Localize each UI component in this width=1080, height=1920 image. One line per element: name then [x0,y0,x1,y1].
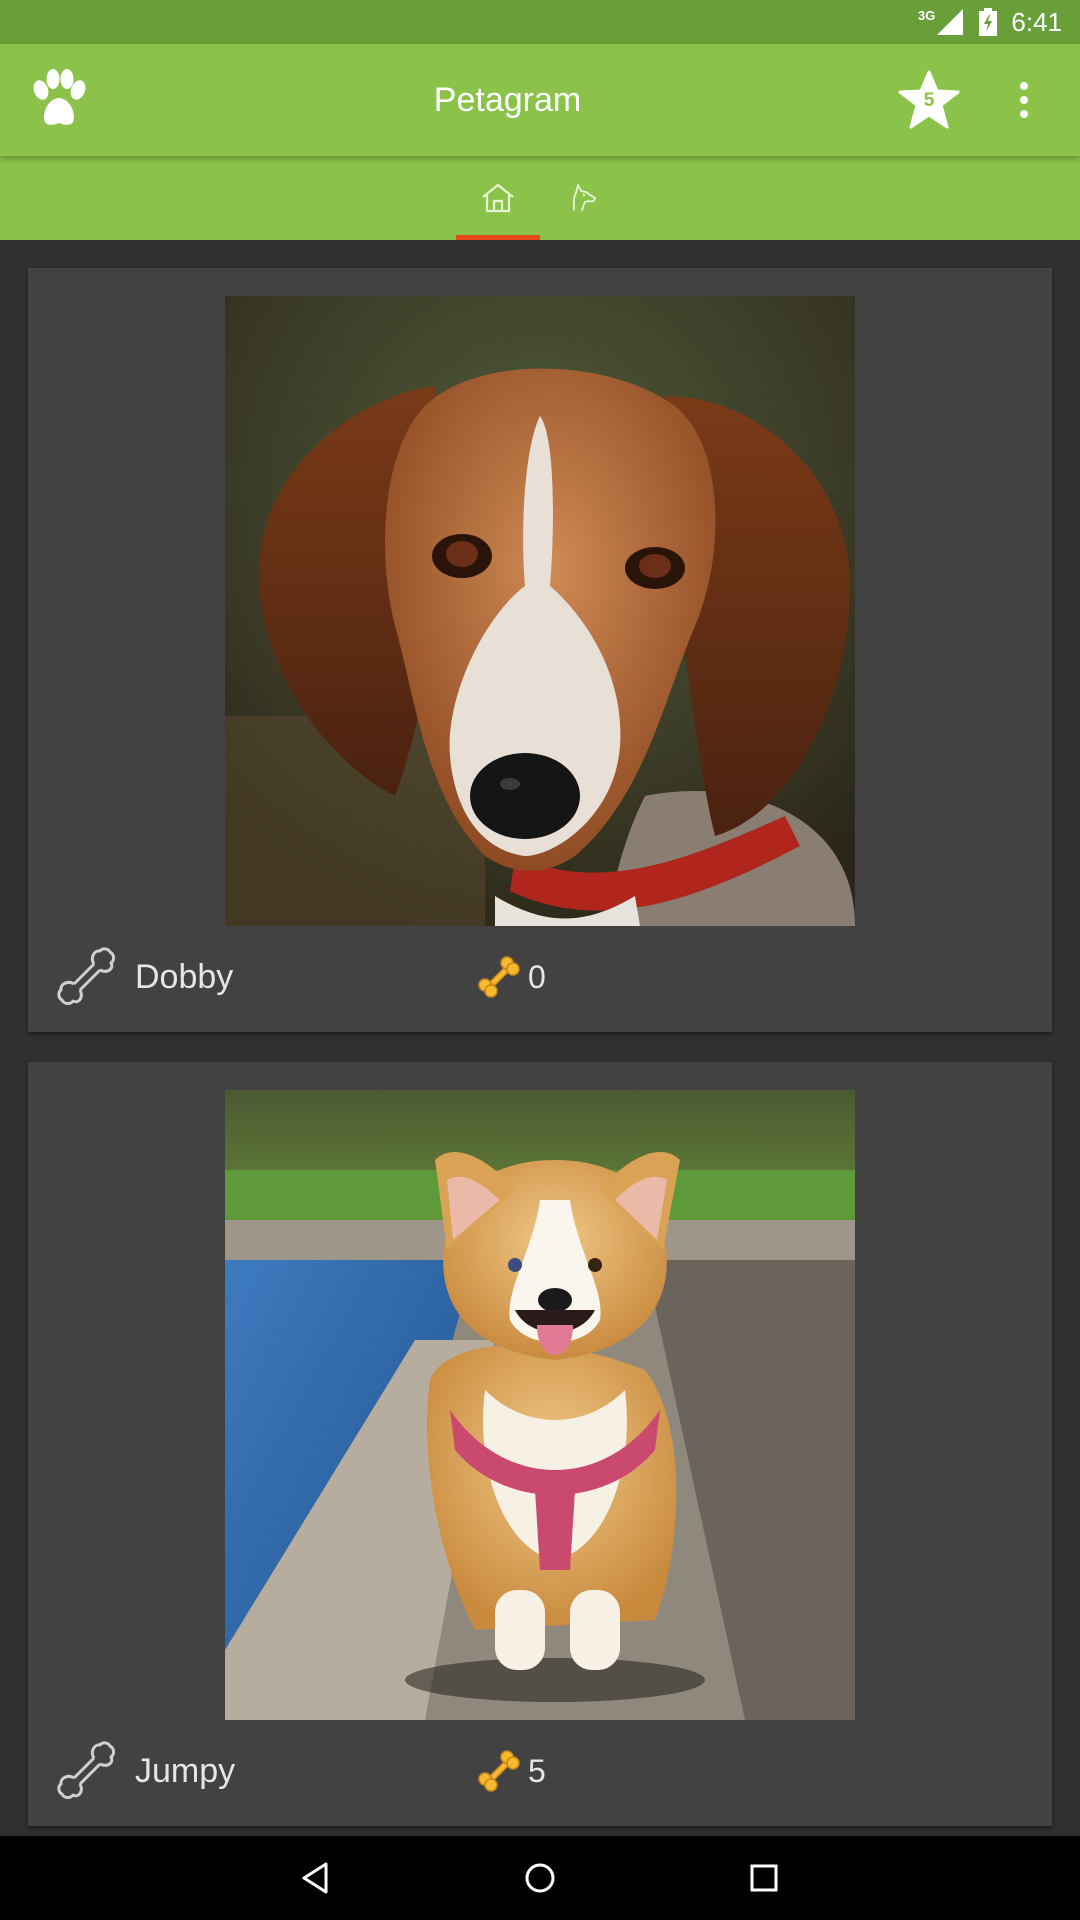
signal-icon [937,9,964,35]
pet-name: Jumpy [135,1752,236,1790]
pet-photo-beagle [225,296,855,926]
app-title: Petagram [433,80,582,119]
bone-outline-icon[interactable] [54,944,120,1010]
pet-name: Dobby [135,958,234,996]
pet-photo-corgi [225,1090,855,1720]
pet-likes-count: 0 [528,959,546,995]
bone-filled-icon [478,1750,520,1792]
navigation-bar [0,1836,1080,1920]
favorites-count: 5 [923,90,935,111]
home-circle-icon[interactable] [520,1858,560,1898]
home-icon [482,183,514,213]
favorites-button[interactable]: 5 [898,70,960,130]
bone-outline-icon[interactable] [54,1738,120,1804]
tab-bar [0,156,1080,240]
back-triangle-icon[interactable] [296,1858,336,1898]
more-vert-icon[interactable] [1008,74,1040,126]
network-type: 3G [918,8,936,23]
pet-list[interactable]: Dobby 0 Jumpy 5 [0,240,1080,1836]
pet-card: Jumpy 5 [28,1062,1052,1826]
bone-filled-icon [478,956,520,998]
tab-home[interactable] [456,156,540,240]
battery-icon [979,8,998,36]
pet-card: Dobby 0 [28,268,1052,1032]
recents-square-icon[interactable] [744,1858,784,1898]
tab-pet-profile[interactable] [540,156,624,240]
clock: 6:41 [1011,6,1062,37]
pet-likes-count: 5 [528,1753,546,1789]
dog-icon [572,184,596,211]
app-bar: Petagram 5 [0,44,1080,156]
status-bar: 3G 6:41 [0,0,1080,44]
